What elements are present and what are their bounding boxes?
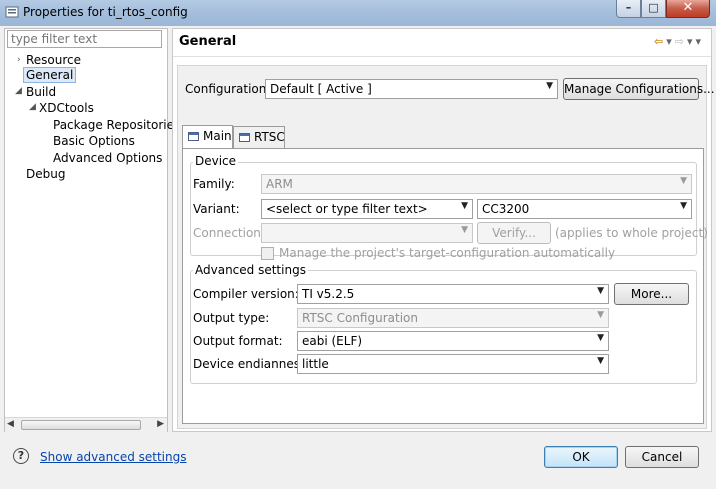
page-title: General [179, 34, 237, 49]
device-endianness-select[interactable]: little ▼ [297, 354, 609, 374]
output-format-label: Output format: [193, 334, 283, 348]
tab-rtsc[interactable]: RTSC [233, 126, 285, 148]
chevron-down-icon: ▼ [597, 286, 604, 296]
page-body: Configuration: Default [ Active ] ▼ Mana… [177, 65, 715, 429]
expand-resource-icon[interactable]: › [17, 55, 21, 65]
variant-label: Variant: [193, 202, 240, 216]
tab-icon [188, 132, 199, 141]
manage-target-config-checkbox [261, 247, 274, 260]
tab-main[interactable]: Main [182, 125, 233, 148]
family-label: Family: [193, 177, 235, 191]
collapse-build-icon[interactable]: ◢ [15, 86, 22, 96]
tree-item-package-repositories[interactable]: Package Repositories [53, 117, 180, 133]
chevron-down-icon: ▼ [461, 225, 468, 235]
tree-item-resource[interactable]: Resource [26, 52, 81, 68]
back-menu-chevron-icon[interactable]: ▾ [666, 35, 672, 48]
tree-item-xdctools[interactable]: XDCtools [39, 100, 94, 116]
collapse-xdctools-icon[interactable]: ◢ [29, 102, 36, 112]
manage-target-config-label: Manage the project's target-configuratio… [279, 246, 616, 260]
device-endianness-value: little [302, 357, 329, 371]
output-type-value: RTSC Configuration [302, 311, 418, 325]
cancel-button[interactable]: Cancel [625, 446, 699, 468]
compiler-version-label: Compiler version: [193, 287, 299, 301]
tab-panel-main: Device Family: ARM ▼ Variant: <select or… [182, 148, 708, 424]
family-select: ARM ▼ [261, 174, 692, 194]
advanced-settings-title: Advanced settings [193, 263, 308, 277]
view-menu-chevron-icon[interactable]: ▾ [695, 35, 701, 48]
compiler-version-select[interactable]: TI v5.2.5 ▼ [297, 284, 609, 304]
connection-label: Connection: [193, 226, 265, 240]
forward-arrow-icon[interactable]: ⇨ [675, 35, 684, 48]
ok-button[interactable]: OK [544, 446, 618, 468]
chevron-down-icon: ▼ [597, 356, 604, 366]
tree-item-debug[interactable]: Debug [26, 166, 65, 182]
verify-button: Verify... [477, 222, 551, 244]
device-endianness-label: Device endianness: [193, 357, 311, 371]
more-button[interactable]: More... [614, 283, 689, 305]
device-group-title: Device [193, 154, 239, 168]
forward-menu-chevron-icon[interactable]: ▾ [687, 35, 693, 48]
title-bar: Properties for ti_rtos_config – □ ✕ [0, 0, 716, 26]
configuration-select[interactable]: Default [ Active ] ▼ [265, 79, 558, 99]
chevron-down-icon: ▼ [546, 81, 553, 91]
minimize-button[interactable]: – [616, 0, 641, 18]
tab-main-label: Main [203, 129, 232, 143]
maximize-button[interactable]: □ [641, 0, 666, 18]
close-icon: ✕ [682, 0, 694, 15]
navigation-tree: › Resource General ◢ Build ◢ XDCtools Pa… [4, 28, 180, 432]
scroll-left-icon[interactable]: ◀ [7, 419, 14, 429]
output-type-select: RTSC Configuration ▼ [297, 308, 609, 328]
close-button[interactable]: ✕ [666, 0, 710, 18]
page-header: General ⇦ ▾ ⇨ ▾ ▾ [173, 29, 711, 57]
show-advanced-settings-link[interactable]: Show advanced settings [40, 450, 187, 464]
output-format-value: eabi (ELF) [302, 334, 363, 348]
chevron-down-icon: ▼ [461, 201, 468, 211]
configuration-label: Configuration: [185, 82, 271, 96]
tree-item-basic-options[interactable]: Basic Options [53, 133, 135, 149]
horizontal-scrollbar[interactable]: ◀ ▶ [5, 417, 167, 432]
scrollbar-thumb[interactable] [21, 420, 141, 430]
configuration-value: Default [ Active ] [270, 82, 372, 96]
minimize-icon: – [625, 1, 632, 14]
app-icon [5, 6, 19, 18]
tab-rtsc-label: RTSC [254, 130, 285, 144]
maximize-icon: □ [648, 1, 659, 14]
variant-filter-value: <select or type filter text> [266, 202, 428, 216]
output-format-select[interactable]: eabi (ELF) ▼ [297, 331, 609, 351]
compiler-version-value: TI v5.2.5 [302, 287, 355, 301]
chevron-down-icon: ▼ [680, 201, 687, 211]
applies-note: (applies to whole project) [555, 226, 708, 240]
tree-item-general[interactable]: General [23, 67, 77, 83]
scroll-right-icon[interactable]: ▶ [157, 419, 164, 429]
filter-input[interactable] [7, 30, 162, 48]
variant-filter-input[interactable]: <select or type filter text> ▼ [261, 199, 473, 219]
connection-select: ▼ [261, 223, 473, 243]
chevron-down-icon: ▼ [680, 176, 687, 186]
window-title: Properties for ti_rtos_config [23, 5, 188, 19]
variant-value: CC3200 [482, 202, 530, 216]
tab-icon [239, 133, 250, 142]
chevron-down-icon: ▼ [597, 333, 604, 343]
back-arrow-icon[interactable]: ⇦ [654, 35, 663, 48]
chevron-down-icon: ▼ [597, 310, 604, 320]
variant-select[interactable]: CC3200 ▼ [477, 199, 692, 219]
manage-configurations-button[interactable]: Manage Configurations... [563, 78, 715, 100]
output-type-label: Output type: [193, 311, 270, 325]
property-page: General ⇦ ▾ ⇨ ▾ ▾ Configuration: Default… [172, 28, 715, 432]
tree-item-advanced-options[interactable]: Advanced Options [53, 150, 162, 166]
help-icon[interactable]: ? [13, 448, 29, 464]
family-value: ARM [266, 177, 293, 191]
tree-item-build[interactable]: Build [26, 84, 56, 100]
